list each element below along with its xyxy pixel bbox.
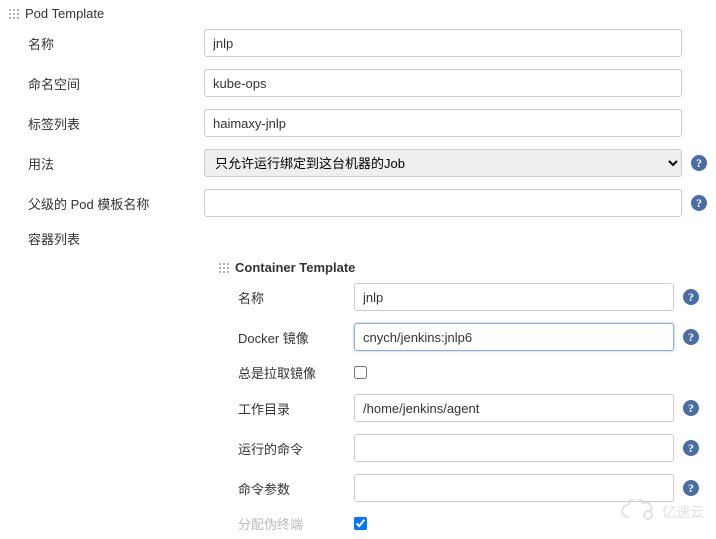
labels-label: 标签列表: [8, 114, 204, 133]
svg-text:?: ?: [688, 330, 694, 344]
watermark-logo: 亿速云: [622, 499, 706, 525]
help-icon[interactable]: ?: [682, 479, 700, 497]
help-icon[interactable]: ?: [690, 194, 708, 212]
ct-command-input[interactable]: [354, 434, 674, 462]
container-template-title: Container Template: [235, 260, 355, 275]
name-label: 名称: [8, 34, 204, 53]
svg-text:?: ?: [688, 401, 694, 415]
name-input[interactable]: [204, 29, 682, 57]
help-icon[interactable]: ?: [682, 439, 700, 457]
drag-handle-icon[interactable]: [8, 8, 19, 19]
ct-docker-input[interactable]: [354, 323, 674, 351]
help-icon[interactable]: ?: [690, 154, 708, 172]
ct-pull-label: 总是拉取镜像: [204, 363, 354, 382]
ct-pull-checkbox[interactable]: [354, 366, 367, 379]
pod-template-title: Pod Template: [25, 6, 104, 21]
container-template-header: Container Template: [204, 254, 700, 277]
pod-template-header: Pod Template: [8, 0, 708, 23]
parent-template-label: 父级的 Pod 模板名称: [8, 194, 204, 213]
ct-command-label: 运行的命令: [204, 439, 354, 458]
ct-args-label: 命令参数: [204, 479, 354, 498]
labels-input[interactable]: [204, 109, 682, 137]
usage-label: 用法: [8, 154, 204, 173]
ct-name-input[interactable]: [354, 283, 674, 311]
svg-text:?: ?: [696, 156, 702, 170]
parent-template-input[interactable]: [204, 189, 682, 217]
containers-label: 容器列表: [8, 229, 204, 248]
svg-text:?: ?: [688, 290, 694, 304]
ct-tty-label: 分配伪终端: [204, 514, 354, 533]
usage-select[interactable]: 只允许运行绑定到这台机器的Job: [204, 149, 682, 177]
svg-text:亿速云: 亿速云: [662, 505, 704, 521]
svg-text:?: ?: [688, 481, 694, 495]
help-icon[interactable]: ?: [682, 288, 700, 306]
ct-name-label: 名称: [204, 288, 354, 307]
help-icon[interactable]: ?: [682, 399, 700, 417]
ct-workdir-label: 工作目录: [204, 399, 354, 418]
ct-workdir-input[interactable]: [354, 394, 674, 422]
ct-args-input[interactable]: [354, 474, 674, 502]
svg-text:?: ?: [696, 196, 702, 210]
help-icon[interactable]: ?: [682, 328, 700, 346]
namespace-input[interactable]: [204, 69, 682, 97]
drag-handle-icon[interactable]: [218, 262, 229, 273]
ct-tty-checkbox[interactable]: [354, 517, 367, 530]
namespace-label: 命名空间: [8, 74, 204, 93]
ct-docker-label: Docker 镜像: [204, 328, 354, 347]
svg-text:?: ?: [688, 441, 694, 455]
